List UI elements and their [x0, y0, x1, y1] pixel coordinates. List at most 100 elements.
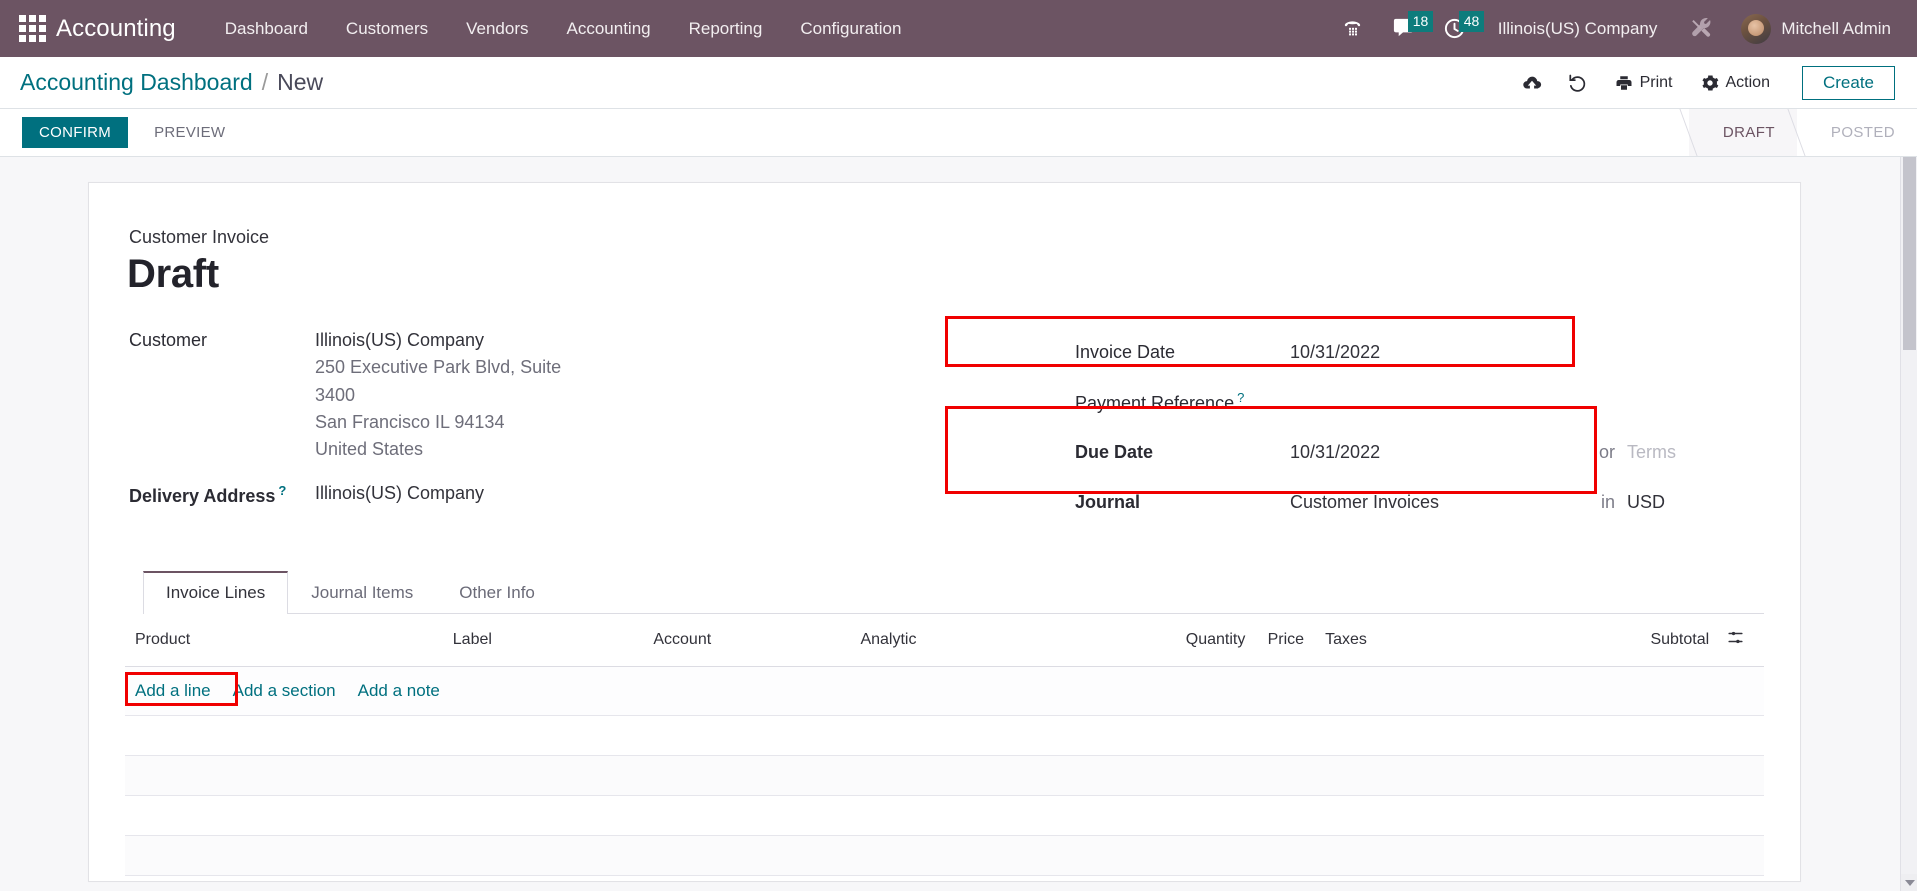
- status-stage-draft-label: DRAFT: [1722, 124, 1775, 141]
- activities-count-badge: 48: [1458, 11, 1485, 32]
- customer-input[interactable]: Illinois(US) Company: [315, 327, 561, 354]
- menu-item-configuration[interactable]: Configuration: [781, 0, 920, 57]
- table-row: [125, 755, 1764, 796]
- user-name: Mitchell Admin: [1781, 18, 1891, 38]
- invoice-lines-header: Product Label Account Analytic Quantity …: [125, 614, 1764, 667]
- menu-item-accounting[interactable]: Accounting: [548, 0, 670, 57]
- payment-reference-field-row: Payment Reference?: [1075, 377, 1764, 427]
- invoice-lines-table: Product Label Account Analytic Quantity …: [125, 614, 1764, 876]
- tools-wrench-icon[interactable]: [1675, 0, 1727, 57]
- delivery-address-label: Delivery Address?: [129, 480, 315, 507]
- invoice-date-input[interactable]: 10/31/2022: [1290, 342, 1577, 363]
- status-stage-posted-label: POSTED: [1830, 124, 1895, 141]
- payment-reference-label-text: Payment Reference: [1075, 393, 1235, 413]
- due-date-field-row: Due Date 10/31/2022 or Terms: [1075, 427, 1764, 477]
- add-a-note-button[interactable]: Add a note: [358, 679, 440, 703]
- status-stage-draft[interactable]: DRAFT: [1679, 109, 1797, 156]
- optional-columns-toggle[interactable]: [1721, 614, 1764, 667]
- printer-icon: [1616, 75, 1632, 90]
- delivery-address-input[interactable]: Illinois(US) Company: [315, 480, 484, 507]
- gear-icon: [1701, 75, 1718, 90]
- print-label: Print: [1639, 73, 1673, 91]
- journal-input[interactable]: Customer Invoices: [1290, 492, 1577, 513]
- terms-input[interactable]: Terms: [1627, 442, 1676, 463]
- app-brand-accounting[interactable]: Accounting: [56, 15, 176, 43]
- confirm-button[interactable]: CONFIRM: [22, 117, 129, 148]
- notebook-tabs: Invoice Lines Journal Items Other Info: [143, 571, 1764, 614]
- add-a-line-button[interactable]: Add a line: [135, 679, 211, 703]
- navbar-right-zone: 18 48 Illinois(US) Company Mitchell Admi…: [1327, 0, 1917, 57]
- add-a-section-button[interactable]: Add a section: [233, 679, 336, 703]
- column-header-taxes: Taxes: [1316, 614, 1581, 667]
- sliders-icon: [1728, 631, 1743, 644]
- status-stage-posted[interactable]: POSTED: [1787, 109, 1917, 156]
- due-date-label: Due Date: [1075, 441, 1154, 462]
- main-menu: Dashboard Customers Vendors Accounting R…: [206, 0, 921, 57]
- breadcrumb-separator: /: [261, 69, 269, 95]
- user-menu[interactable]: Mitchell Admin: [1727, 13, 1897, 44]
- document-type-label: Customer Invoice: [129, 227, 270, 247]
- scrollbar-thumb[interactable]: [1903, 157, 1916, 350]
- preview-button[interactable]: PREVIEW: [140, 117, 239, 148]
- control-panel: Accounting Dashboard / New Print Action: [0, 57, 1917, 109]
- add-line-cell: Add a line Add a section Add a note: [125, 666, 1764, 716]
- due-date-input[interactable]: 10/31/2022: [1290, 442, 1577, 463]
- scroll-down-arrow-icon[interactable]: [1901, 874, 1917, 891]
- column-header-analytic: Analytic: [860, 614, 1117, 667]
- column-header-quantity: Quantity: [1116, 614, 1258, 667]
- add-line-row: Add a line Add a section Add a note: [125, 666, 1764, 716]
- tab-other-info[interactable]: Other Info: [436, 571, 558, 614]
- menu-item-customers[interactable]: Customers: [327, 0, 447, 57]
- form-left-column: Customer Illinois(US) Company 250 Execut…: [125, 327, 945, 511]
- status-pipeline: DRAFT POSTED: [1679, 109, 1917, 156]
- add-line-controls: Add a line Add a section Add a note: [125, 672, 1764, 706]
- activities-menu[interactable]: 48: [1429, 0, 1485, 57]
- menu-item-dashboard[interactable]: Dashboard: [206, 0, 327, 57]
- help-icon[interactable]: ?: [278, 483, 286, 498]
- delivery-address-label-text: Delivery Address: [129, 485, 276, 506]
- form-right-column: Invoice Date 10/31/2022 Payment Referenc…: [945, 316, 1764, 527]
- table-row: [125, 715, 1764, 756]
- payment-reference-label: Payment Reference?: [1075, 390, 1290, 414]
- currency-input[interactable]: USD: [1627, 492, 1665, 513]
- table-row: [125, 795, 1764, 836]
- apps-grid-icon[interactable]: [16, 13, 48, 45]
- table-header-row: Product Label Account Analytic Quantity …: [125, 614, 1764, 667]
- phone-dialpad-icon[interactable]: [1327, 0, 1378, 57]
- customer-value-block: Illinois(US) Company 250 Executive Park …: [315, 327, 561, 464]
- print-button[interactable]: Print: [1601, 74, 1687, 92]
- undo-icon[interactable]: [1555, 66, 1601, 100]
- help-icon[interactable]: ?: [1237, 390, 1244, 405]
- invoice-lines-body: Add a line Add a section Add a note: [125, 666, 1764, 876]
- company-switcher[interactable]: Illinois(US) Company: [1480, 19, 1676, 39]
- breadcrumb: Accounting Dashboard / New: [20, 69, 323, 96]
- customer-field-row: Customer Illinois(US) Company 250 Execut…: [129, 327, 945, 464]
- journal-label: Journal: [1075, 491, 1141, 512]
- invoice-form-sheet: Customer Invoice Draft Customer Illinois…: [88, 182, 1801, 882]
- menu-item-reporting[interactable]: Reporting: [670, 0, 782, 57]
- scrollbar-track[interactable]: [1900, 157, 1917, 891]
- tab-journal-items[interactable]: Journal Items: [288, 571, 436, 614]
- breadcrumb-accounting-dashboard[interactable]: Accounting Dashboard: [20, 69, 253, 96]
- cloud-upload-icon[interactable]: [1509, 66, 1555, 100]
- due-date-or-label: or: [1598, 441, 1615, 462]
- column-header-account: Account: [653, 614, 861, 667]
- create-button[interactable]: Create: [1801, 65, 1895, 100]
- customer-address-line-2: 3400: [315, 384, 356, 405]
- customer-address-line-4: United States: [315, 439, 424, 460]
- messages-menu[interactable]: 18: [1378, 0, 1434, 57]
- journal-in-label: in: [1600, 491, 1615, 512]
- form-sheet-background: Customer Invoice Draft Customer Illinois…: [0, 157, 1917, 891]
- menu-item-vendors[interactable]: Vendors: [447, 0, 547, 57]
- form-columns: Customer Illinois(US) Company 250 Execut…: [125, 316, 1764, 527]
- tab-invoice-lines[interactable]: Invoice Lines: [143, 571, 289, 614]
- invoice-date-label: Invoice Date: [1075, 341, 1176, 362]
- column-header-subtotal: Subtotal: [1580, 614, 1722, 667]
- avatar: [1741, 13, 1772, 44]
- action-button[interactable]: Action: [1687, 74, 1784, 92]
- statusbar: CONFIRM PREVIEW DRAFT POSTED: [0, 109, 1917, 157]
- page-scrollbar[interactable]: [1900, 157, 1917, 891]
- top-navbar: Accounting Dashboard Customers Vendors A…: [0, 0, 1917, 57]
- journal-field-row: Journal Customer Invoices in USD: [1075, 477, 1764, 527]
- customer-address-line-1: 250 Executive Park Blvd, Suite: [315, 357, 562, 378]
